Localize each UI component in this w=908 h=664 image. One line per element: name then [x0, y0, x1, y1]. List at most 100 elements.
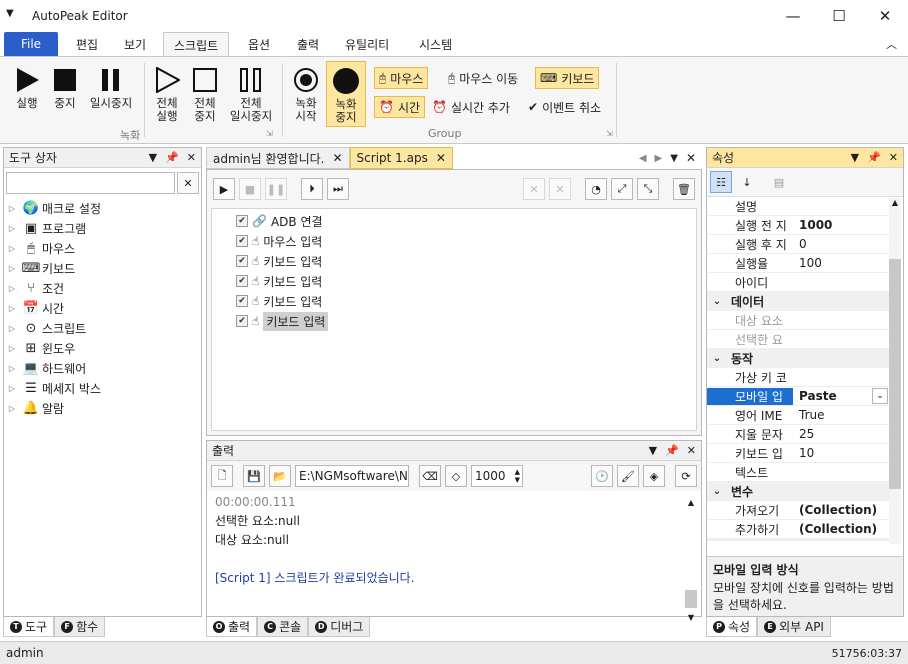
- dropdown-arrow-icon[interactable]: ⌄: [872, 388, 888, 404]
- tab-script[interactable]: 스크립트: [163, 32, 230, 57]
- property-row[interactable]: 실행 후 지 0: [707, 235, 889, 254]
- expand-arrow-icon[interactable]: ▷: [4, 384, 20, 393]
- checkbox[interactable]: ✔: [236, 255, 248, 267]
- minimize-button[interactable]: —: [770, 0, 816, 32]
- property-value[interactable]: 25: [793, 427, 889, 441]
- dropdown-icon[interactable]: ▼: [851, 151, 859, 164]
- stop-button[interactable]: 중지: [50, 63, 80, 110]
- dropdown-icon[interactable]: ▼: [670, 153, 678, 164]
- collapse-chevron-icon[interactable]: ⌄: [707, 486, 727, 497]
- script-row[interactable]: ✔ ☝ 키보드 입력: [236, 251, 696, 271]
- expand-arrow-icon[interactable]: ▷: [4, 324, 20, 333]
- tree-item-macro-settings[interactable]: ▷ 🌍 매크로 설정: [4, 198, 201, 218]
- tab-edit[interactable]: 편집: [66, 32, 108, 56]
- property-row[interactable]: 지울 문자 25: [707, 425, 889, 444]
- stop-script-button[interactable]: ■: [239, 178, 261, 200]
- tab-view[interactable]: 보기: [114, 32, 156, 56]
- script-row[interactable]: ✔ ☝ 키보드 입력: [236, 271, 696, 291]
- mouse-toggle[interactable]: 🖰 마우스: [374, 67, 429, 89]
- sort-alpha-icon[interactable]: ↓: [736, 171, 758, 193]
- property-category[interactable]: ⌄ 동작: [707, 349, 889, 368]
- scroll-left-icon[interactable]: ◀: [639, 153, 647, 164]
- tab-properties[interactable]: P 속성: [706, 617, 758, 637]
- refresh-button[interactable]: ⟳: [675, 465, 697, 487]
- property-value[interactable]: 0: [793, 237, 889, 251]
- event-cancel-toggle[interactable]: ✔ 이벤트 취소: [524, 96, 605, 118]
- group-launcher-icon[interactable]: ⇲: [606, 129, 613, 138]
- expand-arrow-icon[interactable]: ▷: [4, 204, 20, 213]
- close-icon[interactable]: ✕: [187, 151, 196, 164]
- close-icon[interactable]: ✕: [436, 151, 446, 165]
- tab-system[interactable]: 시스템: [409, 32, 462, 56]
- run-all-button[interactable]: 전체 실행: [150, 63, 184, 123]
- close-button[interactable]: ✕: [862, 0, 908, 32]
- property-value[interactable]: (Collection): [793, 522, 889, 536]
- expand-arrow-icon[interactable]: ▷: [4, 404, 20, 413]
- dropdown-icon[interactable]: ▼: [149, 151, 157, 164]
- property-row[interactable]: 모바일 입 Paste ⌄: [707, 387, 889, 406]
- time-toggle[interactable]: ⏰ 시간: [374, 96, 426, 118]
- doc-tab-script1[interactable]: Script 1.aps ✕: [349, 147, 453, 169]
- property-value[interactable]: True: [793, 408, 889, 422]
- tree-item-script[interactable]: ▷ ⊙ 스크립트: [4, 318, 201, 338]
- property-row[interactable]: 선택한 요: [707, 330, 889, 349]
- eraser-button[interactable]: ◇: [445, 465, 467, 487]
- property-row[interactable]: 설명: [707, 197, 889, 216]
- collapse-chevron-icon[interactable]: ⌄: [707, 296, 727, 307]
- tab-output-pane[interactable]: O 출력: [206, 617, 258, 637]
- delete-button[interactable]: ✕: [523, 178, 545, 200]
- refresh-button[interactable]: ◔: [585, 178, 607, 200]
- stop-all-button[interactable]: 전체 중지: [188, 63, 222, 123]
- doc-tab-welcome[interactable]: admin님 환영합니다. ✕: [206, 147, 350, 169]
- tree-item-alarm[interactable]: ▷ 🔔 알람: [4, 398, 201, 418]
- line-count-stepper[interactable]: 1000 ▲ ▼: [471, 465, 523, 487]
- script-row-selected[interactable]: ✔ ☝ 키보드 입력: [236, 311, 696, 331]
- property-row[interactable]: 가져오기 (Collection): [707, 501, 889, 520]
- realtime-add-toggle[interactable]: ⏰ 실시간 추가: [428, 96, 514, 118]
- checkbox[interactable]: ✔: [236, 275, 248, 287]
- clock-button[interactable]: 🕑: [591, 465, 613, 487]
- property-row[interactable]: 대상 요소: [707, 311, 889, 330]
- tab-functions[interactable]: F 함수: [54, 617, 106, 637]
- checkbox[interactable]: ✔: [236, 315, 248, 327]
- expand-arrow-icon[interactable]: ▷: [4, 344, 20, 353]
- clear-search-icon[interactable]: ✕: [177, 172, 199, 194]
- property-row[interactable]: 텍스트: [707, 463, 889, 482]
- expand-arrow-icon[interactable]: ▷: [4, 264, 20, 273]
- tab-external-api[interactable]: E 외부 API: [757, 617, 831, 637]
- property-row[interactable]: 아이디: [707, 273, 889, 292]
- save-button[interactable]: 💾: [243, 465, 265, 487]
- tree-item-hardware[interactable]: ▷ 💻 하드웨어: [4, 358, 201, 378]
- dropdown-icon[interactable]: ▼: [649, 444, 657, 457]
- close-icon[interactable]: ✕: [332, 151, 342, 165]
- tree-item-condition[interactable]: ▷ ⑂ 조건: [4, 278, 201, 298]
- categorized-icon[interactable]: ☷: [710, 171, 732, 193]
- expand-arrow-icon[interactable]: ▷: [4, 244, 20, 253]
- tab-output[interactable]: 출력: [287, 32, 329, 56]
- trash-button[interactable]: 🗑: [673, 178, 695, 200]
- maximize-button[interactable]: ☐: [816, 0, 862, 32]
- pause-all-button[interactable]: 전체 일시중지: [226, 63, 276, 123]
- collapse-chevron-icon[interactable]: ⌄: [707, 353, 727, 364]
- fill-button[interactable]: ◈: [643, 465, 665, 487]
- system-menu-icon[interactable]: ▼: [6, 8, 14, 19]
- pause-script-button[interactable]: ❚❚: [265, 178, 287, 200]
- script-row[interactable]: ✔ ☝ 키보드 입력: [236, 291, 696, 311]
- property-row[interactable]: 영어 IME True: [707, 406, 889, 425]
- checkbox[interactable]: ✔: [236, 295, 248, 307]
- collapse-button[interactable]: ⤡: [637, 178, 659, 200]
- close-icon[interactable]: ✕: [686, 151, 696, 165]
- property-category[interactable]: ⌄요소: [707, 539, 889, 541]
- pin-icon[interactable]: 📌: [867, 151, 881, 164]
- new-log-button[interactable]: 🗋: [211, 465, 233, 487]
- checkbox[interactable]: ✔: [236, 215, 248, 227]
- property-category[interactable]: ⌄ 변수: [707, 482, 889, 501]
- property-value[interactable]: 100: [793, 256, 889, 270]
- step-over-button[interactable]: ⏭: [327, 178, 349, 200]
- tab-tools[interactable]: T 도구: [3, 617, 55, 637]
- step-button[interactable]: ⏵: [301, 178, 323, 200]
- spin-arrows-icon[interactable]: ▲ ▼: [515, 468, 522, 484]
- property-row[interactable]: 실행율 100: [707, 254, 889, 273]
- scroll-right-icon[interactable]: ▶: [655, 153, 663, 164]
- keyboard-toggle[interactable]: ⌨ 키보드: [535, 67, 600, 89]
